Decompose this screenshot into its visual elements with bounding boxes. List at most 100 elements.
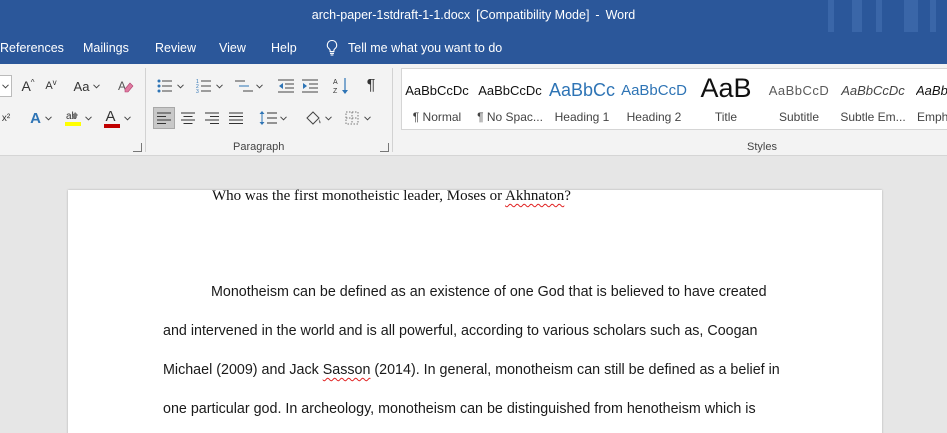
shrink-font-button[interactable]: Av (40, 75, 62, 97)
numbering-button[interactable]: 1 2 3 (192, 75, 226, 97)
style-preview: AaBbCcD (621, 82, 687, 99)
paragraph-line: one particular god. In archeology, monot… (163, 401, 756, 417)
line-spacing-button[interactable] (255, 107, 291, 129)
superscript-button[interactable]: x² (0, 107, 12, 129)
style-subtle-emphasis[interactable]: AaBbCcDc Subtle Em... (837, 69, 909, 129)
grow-font-button[interactable]: A ^ (17, 75, 39, 97)
lightbulb-icon (326, 39, 338, 56)
style-preview: AaBbCcD (768, 83, 830, 98)
document-area[interactable]: Who was the first monotheistic leader, M… (0, 157, 947, 433)
misspelled-word[interactable]: Akhnaton (505, 188, 564, 204)
style-name: Title (714, 110, 738, 124)
grow-font-icon: A (21, 78, 31, 94)
svg-text:A: A (333, 79, 338, 86)
text-effects-icon: A (30, 109, 41, 127)
chevron-down-icon (85, 115, 92, 121)
misspelled-word[interactable]: Sasson (323, 362, 371, 378)
style-title[interactable]: AaB Title (692, 69, 760, 129)
styles-group-label: Styles (747, 141, 777, 153)
chevron-down-icon (280, 115, 287, 121)
style-preview: AaB (700, 73, 752, 103)
change-case-icon: Aa (73, 78, 90, 94)
tab-mailings[interactable]: Mailings (83, 41, 129, 55)
style-name: Heading 2 (626, 110, 682, 124)
paragraph-dialog-launcher[interactable] (380, 143, 389, 152)
decrease-indent-icon (278, 79, 294, 93)
style-heading-1[interactable]: AaBbCc Heading 1 (548, 69, 616, 129)
font-color-letter: A (105, 108, 116, 125)
line-text: Michael (2009) and Jack (163, 362, 323, 378)
style-emphasis[interactable]: AaBb Empha (913, 69, 947, 129)
show-formatting-button[interactable]: ¶ (360, 75, 382, 97)
chevron-down-icon (93, 83, 101, 89)
style-name: Empha (917, 110, 947, 124)
paragraph-line: Michael (2009) and Jack Sasson (2014). I… (163, 362, 780, 378)
clear-formatting-button[interactable]: A (115, 75, 137, 97)
svg-text:Z: Z (333, 88, 338, 95)
font-size-dropdown[interactable] (0, 75, 12, 97)
align-center-button[interactable] (177, 107, 199, 129)
align-right-icon (205, 112, 219, 124)
align-right-button[interactable] (201, 107, 223, 129)
paint-bucket-icon (306, 111, 321, 125)
chevron-down-icon (45, 115, 52, 121)
align-center-icon (181, 112, 195, 124)
style-preview: AaBbCcDc (405, 83, 469, 98)
style-name: ¶ No Spac... (477, 110, 543, 124)
style-name: Heading 1 (554, 110, 610, 124)
justify-button[interactable] (225, 107, 247, 129)
text-effects-button[interactable]: A (25, 107, 57, 129)
pilcrow-icon: ¶ (366, 77, 376, 94)
style-preview: AaBbCcDc (478, 83, 542, 98)
style-name: Subtle Em... (840, 110, 906, 124)
document-heading: Who was the first monotheistic leader, M… (212, 188, 571, 205)
increase-indent-icon (302, 79, 318, 93)
style-name: Subtitle (778, 110, 820, 124)
group-separator (145, 68, 146, 152)
tab-help[interactable]: Help (271, 41, 297, 55)
heading-text: Who was the first monotheistic leader, M… (212, 188, 506, 204)
borders-icon (345, 111, 359, 125)
style-subtitle[interactable]: AaBbCcD Subtitle (764, 69, 834, 129)
shading-button[interactable] (300, 107, 336, 129)
document-page[interactable]: Who was the first monotheistic leader, M… (68, 188, 882, 433)
tell-me-search[interactable]: Tell me what you want to do (325, 39, 502, 56)
font-color-button[interactable]: A (100, 107, 134, 129)
ribbon-tabs: References Mailings Review View Help Tel… (0, 32, 947, 64)
paragraph-group-label: Paragraph (233, 141, 285, 153)
sort-icon: AZ (333, 78, 348, 95)
align-left-button[interactable] (153, 107, 175, 129)
sort-button[interactable]: AZ (330, 75, 352, 97)
shrink-font-icon: A (45, 80, 53, 92)
title-bar: arch-paper-1stdraft-1-1.docx [Compatibili… (0, 0, 947, 32)
tab-review[interactable]: Review (155, 41, 196, 55)
chevron-down-icon (215, 83, 223, 89)
chevron-down-icon (176, 83, 184, 89)
font-dialog-launcher[interactable] (133, 143, 142, 152)
align-left-icon (157, 112, 171, 124)
change-case-button[interactable]: Aa (70, 75, 104, 97)
title-dash: - (595, 8, 600, 22)
increase-indent-button[interactable] (299, 75, 321, 97)
multilevel-list-button[interactable] (231, 75, 267, 97)
tab-references[interactable]: References (0, 41, 64, 55)
highlighter-icon: ab (65, 111, 81, 126)
bullet-list-icon (157, 79, 172, 93)
borders-button[interactable] (340, 107, 376, 129)
document-filename: arch-paper-1stdraft-1-1.docx (311, 8, 471, 22)
style-no-spacing[interactable]: AaBbCcDc ¶ No Spac... (474, 69, 546, 129)
tab-view[interactable]: View (219, 41, 246, 55)
chevron-down-icon (2, 83, 9, 89)
window-title: arch-paper-1stdraft-1-1.docx [Compatibili… (0, 8, 947, 22)
line-spacing-icon (259, 111, 277, 125)
style-heading-2[interactable]: AaBbCcD Heading 2 (619, 69, 689, 129)
bullets-button[interactable] (153, 75, 187, 97)
multilevel-list-icon (235, 80, 253, 92)
chevron-down-icon (123, 115, 131, 121)
numbered-list-icon: 1 2 3 (196, 79, 211, 93)
style-preview: AaBb (916, 83, 947, 98)
decrease-indent-button[interactable] (275, 75, 297, 97)
heading-text-end: ? (564, 188, 571, 204)
highlight-color-button[interactable]: ab (61, 107, 95, 129)
style-normal[interactable]: AaBbCcDc ¶ Normal (402, 69, 472, 129)
